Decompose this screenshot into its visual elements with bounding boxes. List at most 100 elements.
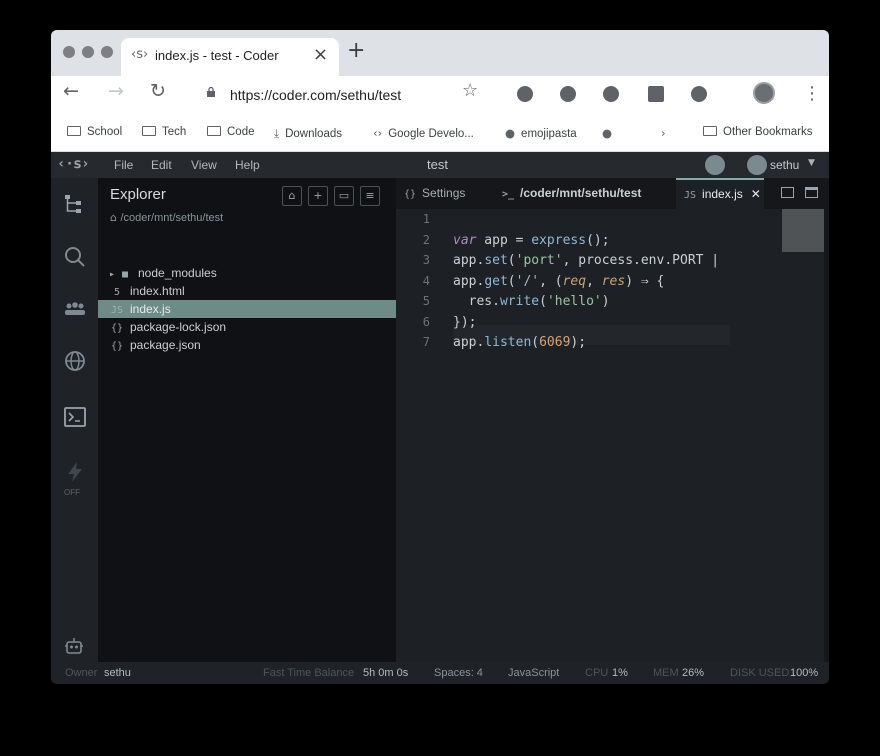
bookmark-emojipasta[interactable]: ● emojipasta [505, 126, 577, 140]
fast-time-off-label: OFF [64, 488, 80, 497]
forward-arrow-icon[interactable]: → [108, 82, 124, 101]
editor-tab-bar: {} Settings >_/coder/mnt/sethu/test JS ind… [396, 178, 829, 209]
bookmark-downloads[interactable]: ⤓ Downloads [274, 126, 342, 141]
bolt-icon[interactable] [63, 460, 87, 484]
github-icon: ● [602, 126, 613, 140]
menu-view[interactable]: View [191, 158, 217, 172]
extension-icon[interactable] [560, 86, 576, 102]
tree-file-package-json[interactable]: {} package.json [98, 336, 396, 354]
close-icon[interactable]: ✕ [751, 187, 761, 201]
bookmark-other[interactable]: Other Bookmarks [703, 126, 812, 138]
minimap[interactable] [782, 209, 828, 252]
indent-setting[interactable]: Spaces: 4 [434, 667, 483, 679]
cpu-label: CPU [585, 667, 609, 679]
tree-file-package-lock-json[interactable]: {} package-lock.json [98, 318, 396, 336]
tree-file-index-html[interactable]: 5 index.html [98, 282, 396, 300]
line-number: 2 [422, 233, 430, 247]
search-icon[interactable] [63, 245, 87, 269]
terminal-icon[interactable] [63, 405, 87, 429]
reddit-icon: ● [505, 126, 516, 140]
close-window-button[interactable] [63, 46, 75, 58]
menu-icon[interactable]: ⋮ [803, 83, 821, 104]
split-editor-icon[interactable] [781, 187, 794, 198]
workspace-title: test [427, 157, 448, 172]
language-mode[interactable]: JavaScript [508, 667, 559, 679]
user-name[interactable]: sethu [770, 158, 799, 172]
bookmarks-bar: School Tech Code ⤓ Downloads ‹› Google Dev… [51, 114, 829, 152]
js-file-icon: JS [684, 190, 697, 201]
tab-settings[interactable]: {} Settings [404, 178, 496, 209]
coder-logo-icon[interactable]: ‹·ꜱ› [57, 156, 90, 172]
bookmark-school[interactable]: School [67, 126, 122, 138]
chevron-down-icon[interactable]: ▼ [808, 158, 815, 168]
extension-icon[interactable] [517, 86, 533, 102]
folder-icon [142, 126, 156, 136]
line-number: 3 [422, 253, 430, 267]
chevron-right-icon: › [661, 126, 666, 140]
collaborator-avatar[interactable] [705, 155, 725, 175]
owner-label: Owner [65, 667, 98, 679]
home-icon: ⌂ [110, 211, 121, 224]
address-bar[interactable]: https://coder.com/sethu/test [230, 87, 401, 103]
new-file-icon[interactable]: + [308, 186, 328, 206]
maximize-window-button[interactable] [101, 46, 113, 58]
terminal-icon: >_ [502, 189, 515, 200]
tab-terminal[interactable]: >_/coder/mnt/sethu/test [502, 178, 672, 209]
extension-icon[interactable] [691, 86, 707, 102]
minimize-window-button[interactable] [82, 46, 94, 58]
new-folder-icon[interactable]: ▭ [334, 186, 354, 206]
balance-label: Fast Time Balance [263, 667, 355, 679]
menu-edit[interactable]: Edit [151, 158, 172, 172]
line-number: 4 [422, 274, 430, 288]
code-line: }); [453, 315, 477, 330]
team-icon[interactable] [63, 297, 87, 321]
line-number: 5 [422, 294, 430, 308]
vertical-scrollbar[interactable] [824, 209, 829, 662]
menu-help[interactable]: Help [235, 158, 260, 172]
tree-folder-node-modules[interactable]: ▸ ■ node_modules [98, 264, 396, 282]
balance-value: 5h 0m 0s [363, 667, 409, 679]
disk-label: DISK USED [730, 667, 790, 679]
extension-icon[interactable] [603, 86, 619, 102]
code-line: res.write('hello') [453, 294, 610, 309]
star-icon[interactable]: ☆ [462, 82, 478, 100]
owner-value: sethu [104, 667, 131, 679]
tree-file-index-js[interactable]: JS index.js [98, 300, 396, 318]
bookmark-google-developers[interactable]: ‹› Google Develo... [373, 126, 474, 140]
code-line: app.get('/', (req, res) ⇒ { [453, 274, 665, 289]
bookmarks-overflow[interactable]: › [661, 126, 672, 140]
code-editor[interactable]: 1 2 3 4 5 6 7 var app = express(); app.s… [396, 209, 829, 662]
profile-avatar[interactable] [753, 82, 775, 104]
disk-value: 100% [790, 667, 819, 679]
code-icon: ‹› [373, 126, 383, 140]
user-avatar[interactable] [747, 155, 767, 175]
folder-icon [67, 126, 81, 136]
browser-tab[interactable]: ‹ꜱ› index.js - test - Coder × [121, 38, 339, 76]
activity-bar: OFF [51, 178, 98, 662]
code-line: app.listen(6069); [453, 335, 587, 350]
globe-icon[interactable] [63, 349, 87, 373]
code-line: var app = express(); [453, 233, 610, 248]
line-number: 1 [422, 212, 430, 226]
close-tab-icon[interactable]: × [313, 44, 328, 65]
collapse-all-icon[interactable]: ≡ [360, 186, 380, 206]
json-file-icon: {} [110, 341, 124, 352]
home-icon[interactable]: ⌂ [282, 186, 302, 206]
new-tab-button[interactable]: + [347, 40, 365, 62]
reload-icon[interactable]: ↻ [150, 82, 166, 101]
bookmark-code[interactable]: Code [207, 126, 255, 138]
settings-json-icon: {} [404, 189, 417, 200]
github-bookmark[interactable]: ● [602, 126, 618, 140]
bookmark-tech[interactable]: Tech [142, 126, 186, 138]
explorer-icon[interactable] [63, 192, 87, 216]
mem-label: MEM [653, 667, 679, 679]
app-menubar: ‹·ꜱ› File Edit View Help test sethu ▼ [51, 152, 829, 178]
robot-icon[interactable] [63, 636, 85, 658]
back-arrow-icon[interactable]: ← [63, 82, 79, 101]
tab-index-js[interactable]: JS index.js ✕ [676, 178, 764, 209]
folder-icon [207, 126, 221, 136]
breadcrumb: ⌂ /coder/mnt/sethu/test [110, 211, 224, 224]
menu-file[interactable]: File [114, 158, 133, 172]
calendar-icon[interactable] [648, 86, 664, 102]
toggle-panel-icon[interactable] [805, 187, 818, 198]
